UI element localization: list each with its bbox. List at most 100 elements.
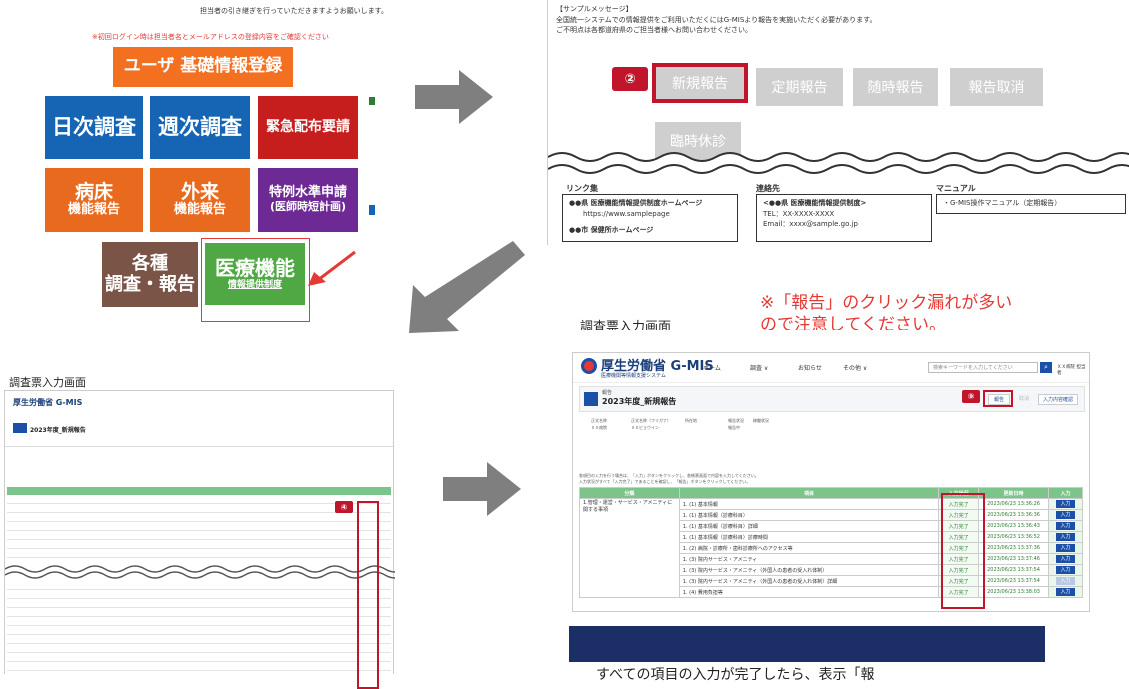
input-button[interactable]: 入力 xyxy=(1056,544,1075,552)
input-button[interactable]: 入力 xyxy=(1056,533,1075,541)
report-menu-panel: 【サンプルメッセージ】 全国統一システムでの情報提供をご利用いただくにはG-MI… xyxy=(547,0,1129,245)
item-cell: 1. (2) 病院・診療所・歯科診療所へのアクセス等 xyxy=(678,542,940,554)
link-2[interactable]: ●●市 保健所ホームページ xyxy=(569,225,731,236)
report-title: 2023年度_新規報告 xyxy=(30,427,86,434)
message-line-1: 全国統一システムでの情報提供をご利用いただくにはG-MISより報告を実施いただく… xyxy=(556,15,877,24)
dark-banner xyxy=(569,626,1045,662)
item-cell: 1. (3) 院内サービス・アメニティ xyxy=(678,553,940,565)
nav-news[interactable]: お知らせ xyxy=(798,363,822,372)
flow-arrow-down-left-icon xyxy=(409,241,525,333)
updated-cell: 2023/06/23 13:36:43 xyxy=(978,520,1049,532)
input-column-highlight xyxy=(357,501,379,689)
item-cell: 1. (1) 基本情報（診療科目）診療時間 xyxy=(678,531,940,543)
info-value-name: ＸＸ病院 xyxy=(591,425,607,430)
undo-report-button[interactable]: 取消 xyxy=(1015,394,1033,403)
cut-wave-divider xyxy=(5,565,395,579)
table-rows-bottom xyxy=(7,581,391,675)
medical-function-info-tile[interactable]: 医療機能 情報提供制度 xyxy=(205,243,305,305)
info-header-kana: 正式名称（フリガナ） xyxy=(631,418,671,423)
special-tile-sub: (医師時短計画) xyxy=(269,200,347,214)
nav-home[interactable]: ホーム xyxy=(703,363,721,372)
weekly-survey-tile[interactable]: 週次調査 xyxy=(150,96,250,159)
med-tile-sub: 情報提供制度 xyxy=(227,280,282,291)
input-button[interactable]: 入力 xyxy=(1056,511,1075,519)
updated-cell: 2023/06/23 13:37:54 xyxy=(978,575,1049,587)
updated-cell: 2023/06/23 13:38:03 xyxy=(978,586,1049,598)
search-icon[interactable]: ⌕ xyxy=(1040,362,1052,373)
adhoc-report-button[interactable]: 随時報告 xyxy=(853,68,938,106)
step-badge-2: ② xyxy=(612,67,648,91)
item-cell: 1. (1) 基本情報 xyxy=(678,498,940,510)
input-button[interactable]: 入力 xyxy=(1056,588,1075,596)
updated-cell: 2023/06/23 13:36:36 xyxy=(978,509,1049,521)
out-tile-main: 外来 xyxy=(180,180,219,203)
contact-box: <●●県 医療機能情報提供制度> TEL：XX-XXXX-XXXX Email：… xyxy=(756,194,932,242)
updated-cell: 2023/06/23 13:36:52 xyxy=(978,531,1049,543)
med-tile-main: 医療機能 xyxy=(215,256,295,281)
table-header-bar xyxy=(7,487,391,495)
flow-arrow-right-2-icon xyxy=(443,462,521,516)
nav-survey[interactable]: 調査 ∨ xyxy=(750,363,768,372)
manual-box: ・G-MIS操作マニュアル（定期報告） xyxy=(936,194,1126,214)
periodic-report-button[interactable]: 定期報告 xyxy=(756,68,843,106)
contact-title: 連絡先 xyxy=(756,184,780,193)
confirm-input-button[interactable]: 入力内容確認 xyxy=(1038,394,1079,405)
nav-other[interactable]: その他 ∨ xyxy=(843,363,867,372)
input-button[interactable]: 入力 xyxy=(1056,500,1075,508)
bed-tile-main: 病床 xyxy=(74,180,113,203)
emergency-request-tile[interactable]: 緊急配布要請 xyxy=(258,96,358,159)
links-box: ●●県 医療機能情報提供制度ホームページ https://www.samplep… xyxy=(562,194,738,242)
various-tile-line2: 調査・報告 xyxy=(105,273,195,295)
message-label: 【サンプルメッセージ】 xyxy=(556,5,633,13)
col-input: 入力 xyxy=(1048,487,1083,499)
info-header-address: 所在地 xyxy=(685,418,697,423)
manual-title: マニュアル xyxy=(936,184,976,193)
bed-function-report-tile[interactable]: 病床 機能報告 xyxy=(45,168,143,232)
info-header-name: 正式名称 xyxy=(591,418,607,423)
category-cell: 1.管理・運営・サービス・アメニティに関する事項 xyxy=(579,498,680,598)
info-value-kana: ＸＸビョウイン xyxy=(631,425,659,430)
report-button-highlight xyxy=(983,390,1013,407)
info-header-report-status: 報告状況 xyxy=(728,418,744,423)
instructions-line-2: 入力状況がすべて「入力完了」であることを確認し、「報告」ボタンをクリックしてくだ… xyxy=(579,479,751,484)
col-item: 項目 xyxy=(678,487,940,499)
contact-name: <●●県 医療機能情報提供制度> xyxy=(763,199,867,207)
special-level-tile[interactable]: 特例水準申請 (医師時短計画) xyxy=(258,168,358,232)
user-basic-info-tile[interactable]: ユーザ 基礎情報登録 xyxy=(113,47,293,87)
warning-note-line-1: ※「報告」のクリック漏れが多い xyxy=(760,293,1013,313)
new-report-button[interactable]: 新規報告 xyxy=(652,63,748,103)
input-screen-small: 調査票入力画面 厚生労働省 G-MIS 2023年度_新規報告 ④ xyxy=(0,370,400,689)
input-button[interactable]: 入力 xyxy=(1056,566,1075,574)
input-screen-frame: 厚生労働省 G-MIS 2023年度_新規報告 ④ xyxy=(4,390,395,689)
user-name[interactable]: ＸＸ病院 担当者 xyxy=(1057,364,1089,376)
special-tile-main: 特例水準申請 xyxy=(268,185,347,201)
search-input[interactable]: 検索キーワードを入力してください xyxy=(928,362,1038,373)
info-header-operation: 稼働状況 xyxy=(753,418,769,423)
cancel-report-button[interactable]: 報告取消 xyxy=(950,68,1043,106)
col-category: 分類 xyxy=(579,487,680,499)
cut-wave-divider xyxy=(548,152,1129,174)
report-header-bar: 報告 2023年度_新規報告 報告 取消 入力内容確認 ⑨ xyxy=(579,386,1085,412)
input-button[interactable]: 入力 xyxy=(1056,555,1075,563)
updated-cell: 2023/06/23 13:37:46 xyxy=(978,553,1049,565)
survey-table: 分類 項目 入力状況 更新日時 入力 1.管理・運営・サービス・アメニティに関す… xyxy=(579,487,1083,598)
item-cell: 1. (1) 基本情報（診療科目）詳細 xyxy=(678,520,940,532)
portal-top-message: 担当者の引き継ぎを行っていただきますようお願いします。 xyxy=(200,7,388,15)
input-button[interactable]: 入力 xyxy=(1056,522,1075,530)
report-icon xyxy=(13,423,27,433)
daily-survey-tile[interactable]: 日次調査 xyxy=(45,96,143,159)
sample-message: 【サンプルメッセージ】 全国統一システムでの情報提供をご利用いただくにはG-MI… xyxy=(556,4,876,36)
updated-cell: 2023/06/23 13:36:26 xyxy=(978,498,1049,510)
link-1-url[interactable]: https://www.samplepage xyxy=(569,209,731,220)
outpatient-report-tile[interactable]: 外来 機能報告 xyxy=(150,168,250,232)
manual-item[interactable]: ・G-MIS操作マニュアル（定期報告） xyxy=(943,198,1119,209)
item-cell: 1. (4) 費用負担等 xyxy=(678,586,940,598)
link-1[interactable]: ●●県 医療機能情報提供制度ホームページ xyxy=(569,198,731,209)
col-updated: 更新日時 xyxy=(978,487,1049,499)
report-title: 2023年度_新規報告 xyxy=(602,397,677,406)
updated-cell: 2023/06/23 13:37:54 xyxy=(978,564,1049,576)
bottom-instruction: すべての項目の入力が完了したら、表示「報 xyxy=(596,667,875,683)
input-button[interactable]: 入力 xyxy=(1056,577,1075,585)
various-survey-tile[interactable]: 各種 調査・報告 xyxy=(102,242,198,307)
table-row: 1.管理・運営・サービス・アメニティに関する事項 1. (1) 基本情報 入力完了 2… xyxy=(579,498,1083,598)
